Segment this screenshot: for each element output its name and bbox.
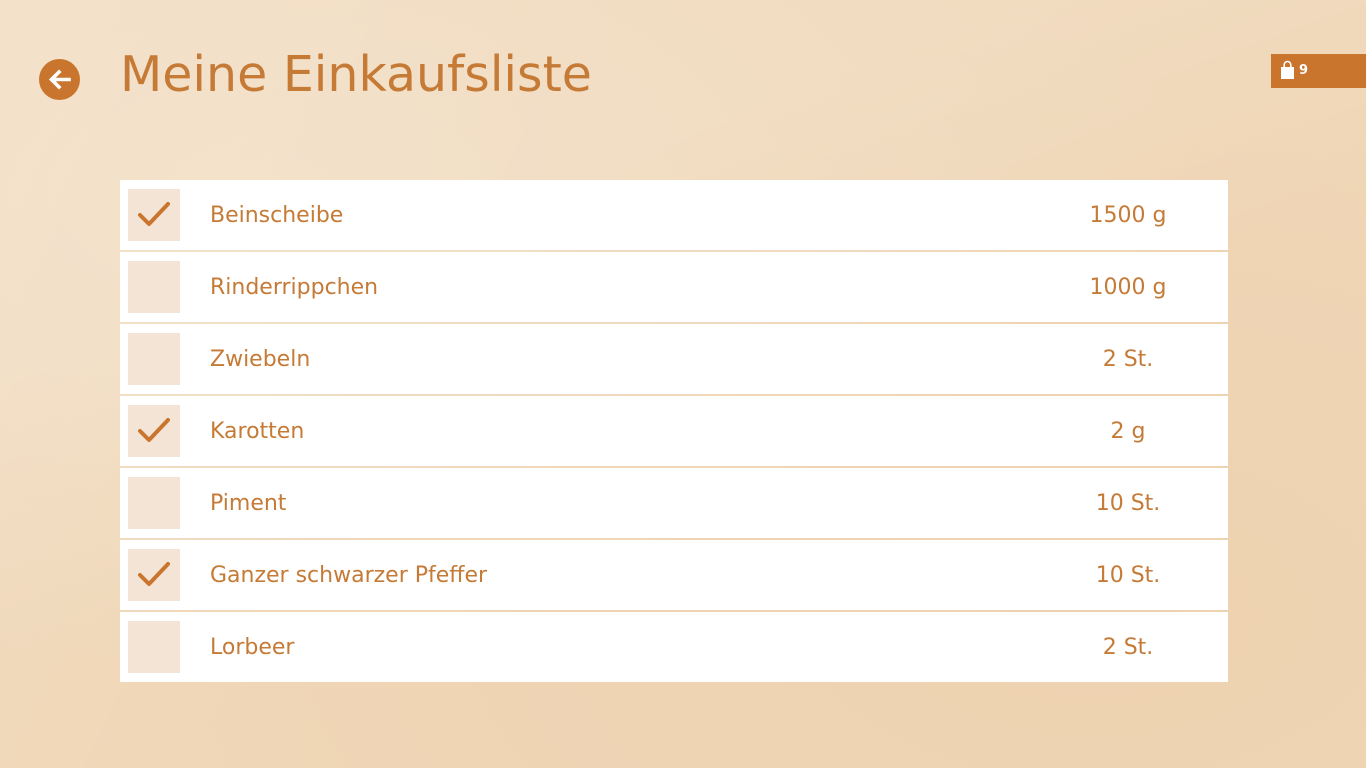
item-name: Zwiebeln: [210, 347, 311, 372]
item-checkbox[interactable]: [128, 405, 180, 457]
item-checkbox[interactable]: [128, 477, 180, 529]
item-checkbox[interactable]: [128, 189, 180, 241]
cart-count: 9: [1299, 63, 1309, 78]
list-item[interactable]: Zwiebeln 2 St.: [120, 324, 1228, 394]
item-checkbox[interactable]: [128, 549, 180, 601]
list-item[interactable]: Karotten 2 g: [120, 396, 1228, 466]
item-quantity: 2 St.: [1102, 347, 1154, 372]
item-name: Beinscheibe: [210, 203, 344, 228]
item-quantity: 1500 g: [1089, 203, 1167, 228]
item-checkbox[interactable]: [128, 333, 180, 385]
item-quantity: 10 St.: [1095, 491, 1161, 516]
item-quantity: 2 St.: [1102, 635, 1154, 660]
item-checkbox[interactable]: [128, 621, 180, 673]
item-quantity: 10 St.: [1095, 563, 1161, 588]
item-name: Piment: [210, 491, 287, 516]
shopping-list: Beinscheibe 1500 g Rinderrippchen 1000 g…: [120, 180, 1228, 682]
checkmark-icon: [138, 202, 170, 226]
list-item[interactable]: Rinderrippchen 1000 g: [120, 252, 1228, 322]
shopping-bag-icon: [1281, 60, 1294, 79]
list-item[interactable]: Ganzer schwarzer Pfeffer 10 St.: [120, 540, 1228, 610]
item-checkbox[interactable]: [128, 261, 180, 313]
list-item[interactable]: Lorbeer 2 St.: [120, 612, 1228, 682]
item-name: Ganzer schwarzer Pfeffer: [210, 563, 488, 588]
list-item[interactable]: Piment 10 St.: [120, 468, 1228, 538]
checkmark-icon: [138, 418, 170, 442]
back-button[interactable]: [39, 59, 80, 100]
arrow-left-icon: [48, 69, 71, 90]
cart-button[interactable]: 9: [1271, 54, 1366, 88]
item-name: Karotten: [210, 419, 305, 444]
item-name: Lorbeer: [210, 635, 295, 660]
item-quantity: 2 g: [1110, 419, 1146, 444]
item-quantity: 1000 g: [1089, 275, 1167, 300]
item-name: Rinderrippchen: [210, 275, 379, 300]
checkmark-icon: [138, 562, 170, 586]
list-item[interactable]: Beinscheibe 1500 g: [120, 180, 1228, 250]
page-title: Meine Einkaufsliste: [120, 46, 592, 103]
